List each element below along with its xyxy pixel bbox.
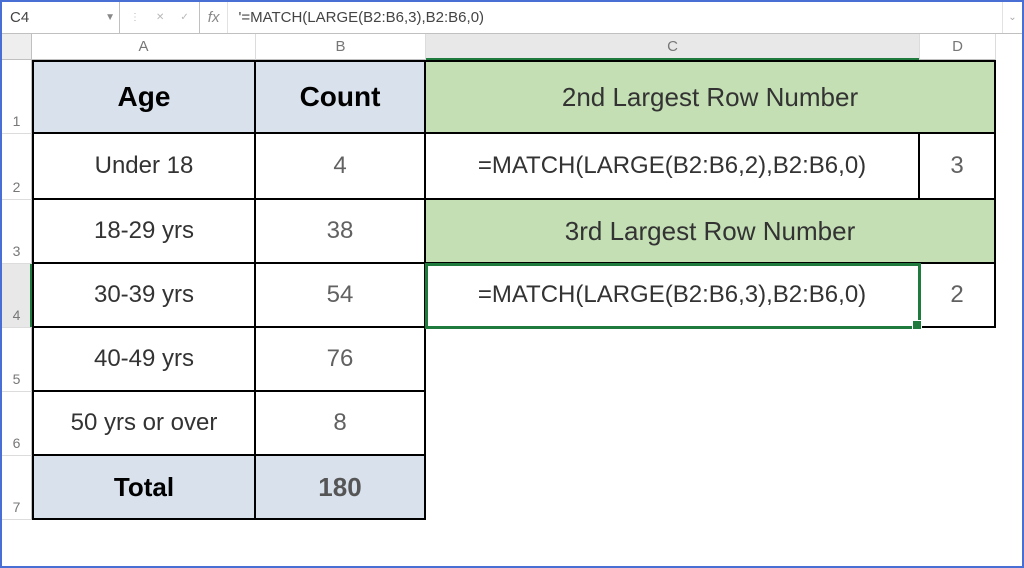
cell-c2[interactable]: =MATCH(LARGE(B2:B6,2),B2:B6,0) [426,134,920,200]
row-header-3[interactable]: 3 [2,200,32,264]
row-headers: 1 2 3 4 5 6 7 [2,34,32,566]
cell-d2[interactable]: 3 [920,134,996,200]
cell-c3[interactable]: 3rd Largest Row Number [426,200,996,264]
cell-b3[interactable]: 38 [256,200,426,264]
cell-c4[interactable]: =MATCH(LARGE(B2:B6,3),B2:B6,0) [426,264,920,328]
cell-a5[interactable]: 40-49 yrs [32,328,256,392]
cell-b2[interactable]: 4 [256,134,426,200]
col-header-b[interactable]: B [256,34,426,60]
cell-a2[interactable]: Under 18 [32,134,256,200]
col-header-c[interactable]: C [426,34,920,60]
column-headers: A B C D [32,34,1022,60]
formula-bar-buttons: ⋮ ✕ ✓ [120,2,200,33]
formula-input[interactable]: '=MATCH(LARGE(B2:B6,3),B2:B6,0) [228,2,1002,33]
spreadsheet: 1 2 3 4 5 6 7 A B C D Age Count 2nd Larg… [2,34,1022,566]
cell-c6[interactable] [426,392,920,456]
cell-a6[interactable]: 50 yrs or over [32,392,256,456]
col-header-a[interactable]: A [32,34,256,60]
row-header-5[interactable]: 5 [2,328,32,392]
expand-formula-bar-icon[interactable]: ⌄ [1002,2,1022,33]
cell-reference: C4 [10,9,87,26]
cell-a3[interactable]: 18-29 yrs [32,200,256,264]
cell-a4[interactable]: 30-39 yrs [32,264,256,328]
cell-d7[interactable] [920,456,996,520]
cell-b7[interactable]: 180 [256,456,426,520]
cell-d6[interactable] [920,392,996,456]
cell-b6[interactable]: 8 [256,392,426,456]
cell-d5[interactable] [920,328,996,392]
cell-a7[interactable]: Total [32,456,256,520]
cell-c5[interactable] [426,328,920,392]
fx-label[interactable]: fx [200,2,229,33]
cell-a1[interactable]: Age [32,60,256,134]
cell-c1[interactable]: 2nd Largest Row Number [426,60,996,134]
row-header-6[interactable]: 6 [2,392,32,456]
grid: Age Count 2nd Largest Row Number .grow.h… [32,60,1022,520]
cell-c7[interactable] [426,456,920,520]
cancel-icon[interactable]: ✕ [156,12,164,23]
confirm-icon[interactable]: ✓ [180,12,188,23]
cell-b5[interactable]: 76 [256,328,426,392]
row-header-1[interactable]: 1 [2,60,32,134]
row-header-7[interactable]: 7 [2,456,32,520]
chevron-down-icon[interactable]: ▼ [105,12,115,23]
col-header-d[interactable]: D [920,34,996,60]
formula-bar: C4 ▼ ⋮ ✕ ✓ fx '=MATCH(LARGE(B2:B6,3),B2:… [2,2,1022,34]
dots-icon[interactable]: ⋮ [130,12,140,23]
row-header-4[interactable]: 4 [2,264,32,328]
row-header-2[interactable]: 2 [2,134,32,200]
name-box[interactable]: C4 ▼ [2,2,120,33]
cell-d4[interactable]: 2 [920,264,996,328]
select-all-corner[interactable] [2,34,32,60]
cell-b1[interactable]: Count [256,60,426,134]
cell-b4[interactable]: 54 [256,264,426,328]
